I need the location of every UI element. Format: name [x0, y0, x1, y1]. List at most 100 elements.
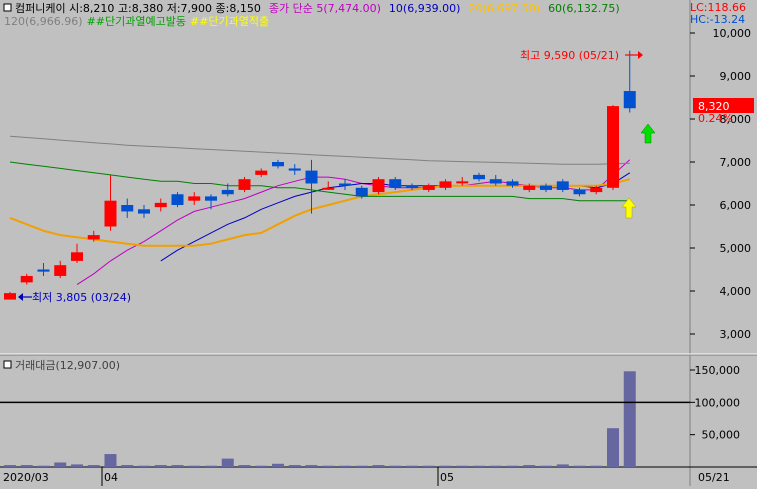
- volume-bar[interactable]: [20, 465, 33, 467]
- candle-body[interactable]: [607, 106, 619, 188]
- low-annotation: 최저 3,805 (03/24): [32, 291, 131, 304]
- volume-bar[interactable]: [540, 465, 552, 467]
- volume-bar[interactable]: [288, 465, 301, 467]
- candle-body[interactable]: [456, 181, 469, 184]
- candle-body[interactable]: [573, 189, 586, 195]
- legend-item: 120(6,966.96): [4, 15, 83, 28]
- candle-body[interactable]: [406, 185, 418, 188]
- candle-body[interactable]: [188, 196, 201, 201]
- volume-bar[interactable]: [456, 465, 469, 467]
- candle-body[interactable]: [288, 168, 301, 171]
- price-tick-label: 9,000: [720, 70, 752, 83]
- candle-body[interactable]: [205, 196, 217, 201]
- x-label-05: 05: [440, 471, 454, 484]
- candle-body[interactable]: [238, 179, 251, 190]
- volume-bar[interactable]: [188, 465, 201, 467]
- volume-bar[interactable]: [590, 465, 603, 467]
- volume-bar[interactable]: [171, 465, 184, 467]
- price-tick-label: 4,000: [720, 285, 752, 298]
- candlestick-chart[interactable]: 10,0009,0008,0007,0006,0005,0004,0003,00…: [0, 0, 757, 486]
- volume-bar[interactable]: [339, 465, 351, 467]
- candle-body[interactable]: [523, 185, 536, 190]
- volume-bar[interactable]: [221, 458, 234, 467]
- candle-body[interactable]: [590, 187, 603, 193]
- volume-bar[interactable]: [154, 465, 167, 467]
- volume-tick-label: 50,000: [702, 429, 741, 442]
- candle-body[interactable]: [372, 179, 385, 193]
- volume-bar[interactable]: [607, 428, 619, 467]
- candle-body[interactable]: [221, 189, 234, 195]
- candle-body[interactable]: [20, 275, 33, 283]
- volume-bar[interactable]: [4, 465, 16, 467]
- candle-body[interactable]: [71, 252, 83, 261]
- volume-bar[interactable]: [238, 465, 251, 467]
- candle-body[interactable]: [87, 235, 100, 240]
- candle-body[interactable]: [473, 174, 485, 180]
- volume-bar[interactable]: [506, 465, 519, 467]
- stock-chart-window: 10,000 9,000 8,000 7,000 6,000 5,000 4,000 3,00…: [0, 0, 757, 486]
- volume-bar[interactable]: [406, 465, 418, 467]
- volume-bar[interactable]: [322, 465, 335, 467]
- candle-body[interactable]: [422, 185, 435, 190]
- change-percent: 0.24%: [698, 112, 733, 125]
- indicator-legend-line1: 컴퍼니케이 시:8,210 고:8,380 저:7,900 종:8,150 종가 …: [15, 2, 620, 15]
- candle-body[interactable]: [154, 202, 167, 208]
- volume-bar[interactable]: [54, 462, 67, 467]
- hc-value: HC:-13.24: [690, 13, 745, 26]
- volume-bar[interactable]: [473, 465, 485, 467]
- legend-item: 60(6,132.75): [548, 2, 620, 15]
- candle-body[interactable]: [4, 293, 16, 300]
- price-tick-label: 7,000: [720, 156, 752, 169]
- legend-item: ##단기과열예고발동: [87, 15, 186, 28]
- candle-body[interactable]: [272, 162, 284, 167]
- volume-bar[interactable]: [37, 465, 50, 467]
- candle-body[interactable]: [540, 185, 552, 190]
- candle-body[interactable]: [255, 170, 268, 175]
- candle-body[interactable]: [37, 269, 50, 272]
- volume-bar[interactable]: [255, 465, 268, 467]
- candle-body[interactable]: [623, 91, 636, 109]
- price-tick-label: 10,000: [713, 27, 752, 40]
- volume-bar[interactable]: [389, 465, 402, 467]
- candle-body[interactable]: [489, 179, 502, 184]
- volume-bar[interactable]: [138, 465, 150, 467]
- candle-body[interactable]: [54, 265, 67, 276]
- candle-body[interactable]: [322, 187, 335, 190]
- x-label-04: 04: [104, 471, 118, 484]
- volume-bar[interactable]: [422, 465, 435, 467]
- candle-body[interactable]: [171, 194, 184, 205]
- candle-body[interactable]: [305, 170, 318, 184]
- legend-item: 컴퍼니케이 시:8,210 고:8,380 저:7,900 종:8,150: [15, 2, 261, 15]
- volume-bar[interactable]: [272, 463, 284, 467]
- candle-body[interactable]: [389, 179, 402, 188]
- candle-body[interactable]: [339, 183, 351, 186]
- volume-tick-label: 150,000: [695, 364, 741, 377]
- candle-body[interactable]: [104, 200, 117, 227]
- volume-bar[interactable]: [556, 464, 569, 467]
- candle-body[interactable]: [138, 209, 150, 214]
- volume-bar[interactable]: [121, 465, 134, 467]
- volume-bar[interactable]: [355, 465, 368, 467]
- volume-bar[interactable]: [205, 465, 217, 467]
- candle-body[interactable]: [439, 181, 452, 188]
- candle-body[interactable]: [556, 181, 569, 190]
- square-icon: [3, 3, 12, 12]
- volume-bar[interactable]: [523, 465, 536, 467]
- volume-bar[interactable]: [573, 465, 586, 467]
- volume-bar[interactable]: [71, 464, 83, 467]
- volume-bar[interactable]: [372, 465, 385, 467]
- volume-bar[interactable]: [104, 454, 117, 467]
- indicator-legend-line2: 120(6,966.96) ##단기과열예고발동 ##단기과열적출: [4, 15, 269, 28]
- volume-bar[interactable]: [623, 371, 636, 467]
- candle-body[interactable]: [506, 181, 519, 186]
- candle-body[interactable]: [121, 205, 134, 212]
- volume-square-icon: [3, 360, 12, 369]
- chart-background: [0, 0, 757, 486]
- volume-panel-title: 거래대금(12,907.00): [15, 359, 120, 372]
- candle-body[interactable]: [355, 187, 368, 197]
- volume-bar[interactable]: [439, 465, 452, 467]
- x-label-2020-03: 2020/03: [3, 471, 49, 484]
- volume-bar[interactable]: [87, 465, 100, 467]
- volume-bar[interactable]: [489, 465, 502, 467]
- volume-bar[interactable]: [305, 465, 318, 467]
